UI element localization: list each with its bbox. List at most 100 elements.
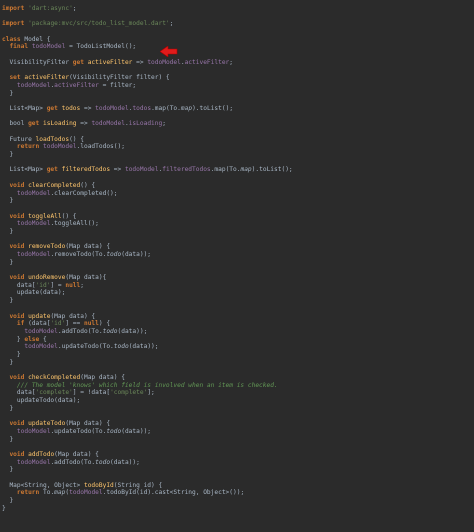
code-line[interactable]: }: [2, 297, 472, 305]
code-line[interactable]: }: [2, 405, 472, 413]
code-line[interactable]: set activeFilter(VisibilityFilter filter…: [2, 74, 472, 82]
code-line[interactable]: [2, 236, 472, 244]
code-line[interactable]: [2, 474, 472, 482]
code-line[interactable]: }: [2, 259, 472, 267]
code-line[interactable]: class Model {: [2, 36, 472, 44]
code-line[interactable]: todoModel.removeTodo(To.todo(data));: [2, 251, 472, 259]
code-token: }: [2, 466, 14, 474]
code-line[interactable]: void toggleAll() {: [2, 213, 472, 221]
code-token: () {: [69, 135, 84, 143]
code-token: (data));: [128, 343, 159, 351]
code-line[interactable]: todoModel.addTodo(To.todo(data));: [2, 459, 472, 467]
code-token: updateTodo(data);: [2, 397, 81, 405]
code-line[interactable]: todoModel.updateTodo(To.todo(data));: [2, 343, 472, 351]
code-token: }: [2, 297, 14, 305]
code-line[interactable]: void checkCompleted(Map data) {: [2, 374, 472, 382]
code-token: todoModel: [16, 220, 51, 228]
code-line[interactable]: }: [2, 436, 472, 444]
code-line[interactable]: [2, 113, 472, 121]
code-token: .map(To.: [210, 166, 241, 174]
code-line[interactable]: } else {: [2, 336, 472, 344]
code-token: }: [2, 197, 14, 205]
code-line[interactable]: void update(Map data) {: [2, 313, 472, 321]
code-token: }: [2, 258, 14, 266]
code-line[interactable]: return todoModel.loadTodos();: [2, 143, 472, 151]
code-line[interactable]: todoModel.activeFilter = filter;: [2, 82, 472, 90]
code-token: todoModel: [24, 343, 58, 351]
code-line[interactable]: void updateTodo(Map data) {: [2, 420, 472, 428]
code-line[interactable]: if (data['id'] == null) {: [2, 320, 472, 328]
code-line[interactable]: [2, 97, 472, 105]
code-line[interactable]: update(data);: [2, 289, 472, 297]
code-line[interactable]: List<Map> get filteredTodos => todoModel…: [2, 166, 472, 174]
code-line[interactable]: }: [2, 90, 472, 98]
code-token: todoModel: [16, 427, 51, 435]
code-line[interactable]: [2, 159, 472, 167]
code-line[interactable]: updateTodo(data);: [2, 397, 472, 405]
code-line[interactable]: [2, 174, 472, 182]
code-line[interactable]: return To.map(todoModel.todoById(id).cas…: [2, 489, 472, 497]
code-line[interactable]: void addTodo(Map data) {: [2, 451, 472, 459]
code-line[interactable]: void clearCompleted() {: [2, 182, 472, 190]
code-line[interactable]: [2, 412, 472, 420]
code-line[interactable]: [2, 13, 472, 21]
code-line[interactable]: [2, 128, 472, 136]
code-token: activeFilter: [87, 58, 133, 66]
code-line[interactable]: import 'dart:async';: [2, 5, 472, 13]
code-line[interactable]: }: [2, 497, 472, 505]
code-token: activeFilter: [24, 74, 70, 82]
code-token: filteredTodos: [162, 166, 211, 174]
code-line[interactable]: }: [2, 466, 472, 474]
code-token: void: [9, 274, 25, 282]
code-line[interactable]: final todoModel = TodoListModel();: [2, 43, 472, 51]
code-line[interactable]: [2, 266, 472, 274]
code-token: todoModel: [124, 166, 159, 174]
code-line[interactable]: VisibilityFilter get activeFilter => tod…: [2, 59, 472, 67]
code-token: }: [2, 404, 14, 412]
code-line[interactable]: [2, 366, 472, 374]
code-token: (Map data) {: [65, 243, 111, 251]
code-line[interactable]: }: [2, 151, 472, 159]
code-token: todo: [106, 251, 122, 258]
code-line[interactable]: bool get isLoading => todoModel.isLoadin…: [2, 120, 472, 128]
code-line[interactable]: }: [2, 505, 472, 513]
code-line[interactable]: /// The model 'knows' which field is inv…: [2, 382, 472, 390]
code-line[interactable]: }: [2, 197, 472, 205]
code-line[interactable]: import 'package:mvc/src/todo_list_model.…: [2, 20, 472, 28]
code-line[interactable]: void removeTodo(Map data) {: [2, 243, 472, 251]
code-line[interactable]: todoModel.addTodo(To.todo(data));: [2, 328, 472, 336]
code-token: todoModel: [31, 43, 66, 51]
code-line[interactable]: todoModel.clearCompleted();: [2, 190, 472, 198]
code-line[interactable]: List<Map> get todos => todoModel.todos.m…: [2, 105, 472, 113]
code-line[interactable]: Map<String, Object> todoById(String id) …: [2, 482, 472, 490]
code-editor[interactable]: import 'dart:async'; import 'package:mvc…: [0, 0, 474, 532]
code-line[interactable]: data['id'] = null;: [2, 282, 472, 290]
code-line[interactable]: todoModel.toggleAll();: [2, 220, 472, 228]
code-token: () {: [80, 181, 96, 189]
code-line[interactable]: }: [2, 359, 472, 367]
code-area[interactable]: import 'dart:async'; import 'package:mvc…: [2, 5, 472, 512]
code-line[interactable]: data['complete'] = !data['complete'];: [2, 389, 472, 397]
code-line[interactable]: todoModel.updateTodo(To.todo(data));: [2, 428, 472, 436]
code-line[interactable]: }: [2, 351, 472, 359]
code-line[interactable]: }: [2, 228, 472, 236]
code-token: activeFilter: [54, 81, 99, 89]
code-line[interactable]: [2, 305, 472, 313]
code-token: }: [2, 151, 14, 159]
code-line[interactable]: [2, 51, 472, 59]
code-line[interactable]: Future loadTodos() {: [2, 136, 472, 144]
code-token: = filter;: [98, 81, 137, 89]
code-line[interactable]: [2, 443, 472, 451]
code-token: void: [9, 420, 25, 428]
code-token: .clearCompleted();: [50, 189, 118, 197]
code-token: ] = !data[: [72, 389, 111, 397]
code-line[interactable]: [2, 205, 472, 213]
code-line[interactable]: [2, 28, 472, 36]
code-token: bool: [2, 120, 29, 128]
code-token: .toggleAll();: [50, 220, 99, 228]
code-line[interactable]: void undoRemove(Map data){: [2, 274, 472, 282]
code-line[interactable]: [2, 67, 472, 75]
